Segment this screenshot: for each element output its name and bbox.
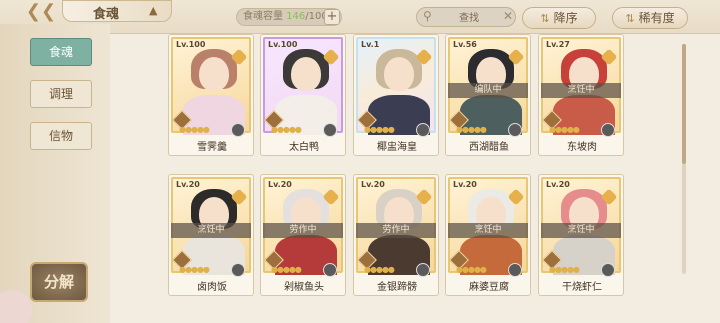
portrait: Lv.100 ●●●●● [263,37,343,137]
tab-cuisine[interactable]: 调理 [30,80,92,108]
tab-tokens[interactable]: 信物 [30,122,92,150]
capacity-label: 食魂容量 [243,11,283,22]
portrait-face [384,57,414,91]
food-soul-card[interactable]: Lv.27 ●●●●● 烹饪中东坡肉 [538,34,624,156]
food-soul-name: 椰盅海皇 [377,142,417,153]
level-label: Lv.1 [361,40,380,49]
back-button[interactable]: ❮❮ [24,2,58,24]
crown-icon: ▲ [149,4,158,17]
sort-key-label: 稀有度 [638,11,675,25]
skill-badge-icon [323,263,337,277]
star-rating: ●●●●● [364,265,395,274]
food-soul-card[interactable]: Lv.20 ●●●●● 烹饪中干烧虾仁 [538,174,624,296]
food-soul-name: 东坡肉 [567,142,597,153]
food-soul-name: 麻婆豆腐 [469,282,509,293]
portrait-face [291,57,321,91]
skill-badge-icon [323,123,337,137]
level-label: Lv.56 [453,40,477,49]
skill-badge-icon [601,263,615,277]
food-soul-card[interactable]: Lv.100 ●●●●● 太白鸭 [260,34,346,156]
decompose-button[interactable]: 分解 [30,262,88,302]
sort-order-label: 降序 [553,11,578,25]
status-badge: 劳作中 [356,223,436,238]
back-chevron-icon: ❮❮ [25,1,57,22]
capacity-current: 146 [286,11,306,22]
skill-badge-icon [231,123,245,137]
sort-filter-icon: ⇅ [625,12,635,25]
clear-icon[interactable]: ✕ [503,9,513,23]
star-rating: ●●●●● [271,265,302,274]
status-badge: 烹饪中 [541,223,621,238]
skill-badge-icon [508,263,522,277]
portrait: Lv.100 ●●●●● [171,37,251,137]
food-soul-card[interactable]: Lv.56 ●●●●● 编队中西湖醋鱼 [445,34,531,156]
level-label: Lv.20 [268,180,292,189]
food-soul-name: 卤肉饭 [197,282,227,293]
capacity-add-button[interactable]: + [324,9,340,25]
sort-order-icon: ⇅ [540,12,550,25]
food-soul-name: 剁椒鱼头 [284,282,324,293]
star-rating: ●●●●● [549,265,580,274]
search-box[interactable]: ⚲ ✕ [416,7,516,27]
star-rating: ●●●●● [456,265,487,274]
food-soul-name: 西湖醋鱼 [469,142,509,153]
tab-food-souls[interactable]: 食魂 [30,38,92,66]
food-soul-name: 干烧虾仁 [562,282,602,293]
portrait-face [199,57,229,91]
skill-badge-icon [601,123,615,137]
level-label: Lv.100 [176,40,206,49]
star-rating: ●●●●● [456,125,487,134]
star-rating: ●●●●● [179,265,210,274]
skill-badge-icon [416,123,430,137]
level-label: Lv.27 [546,40,570,49]
page-title: 食魂 [93,7,120,22]
status-badge: 编队中 [448,83,528,98]
search-icon: ⚲ [423,9,432,23]
food-soul-card[interactable]: Lv.20 ●●●●● 劳作中金银蹄髈 [353,174,439,296]
skill-badge-icon [416,263,430,277]
sort-order-button[interactable]: ⇅ 降序 [522,7,596,29]
title-tab: 食魂 ▲ [62,0,172,22]
portrait: Lv.1 ●●●●● [356,37,436,137]
food-soul-card[interactable]: Lv.20 ●●●●● 烹饪中麻婆豆腐 [445,174,531,296]
status-badge: 劳作中 [263,223,343,238]
sort-key-button[interactable]: ⇅ 稀有度 [612,7,688,29]
star-rating: ●●●●● [179,125,210,134]
status-badge: 烹饪中 [448,223,528,238]
star-rating: ●●●●● [549,125,580,134]
food-soul-name: 太白鸭 [289,142,319,153]
food-soul-card[interactable]: Lv.20 ●●●●● 劳作中剁椒鱼头 [260,174,346,296]
food-soul-name: 雪霁羹 [197,142,227,153]
skill-badge-icon [508,123,522,137]
level-label: Lv.100 [268,40,298,49]
star-rating: ●●●●● [271,125,302,134]
food-soul-name: 金银蹄髈 [377,282,417,293]
status-badge: 烹饪中 [171,223,251,238]
scrollbar-thumb[interactable] [682,44,686,164]
skill-badge-icon [231,263,245,277]
status-badge: 烹饪中 [541,83,621,98]
food-soul-card[interactable]: Lv.1 ●●●●● 椰盅海皇 [353,34,439,156]
food-soul-card[interactable]: Lv.20 ●●●●● 烹饪中卤肉饭 [168,174,254,296]
level-label: Lv.20 [176,180,200,189]
level-label: Lv.20 [361,180,385,189]
level-label: Lv.20 [453,180,477,189]
level-label: Lv.20 [546,180,570,189]
star-rating: ●●●●● [364,125,395,134]
food-soul-card[interactable]: Lv.100 ●●●●● 雪霁羹 [168,34,254,156]
search-input[interactable] [437,10,501,26]
